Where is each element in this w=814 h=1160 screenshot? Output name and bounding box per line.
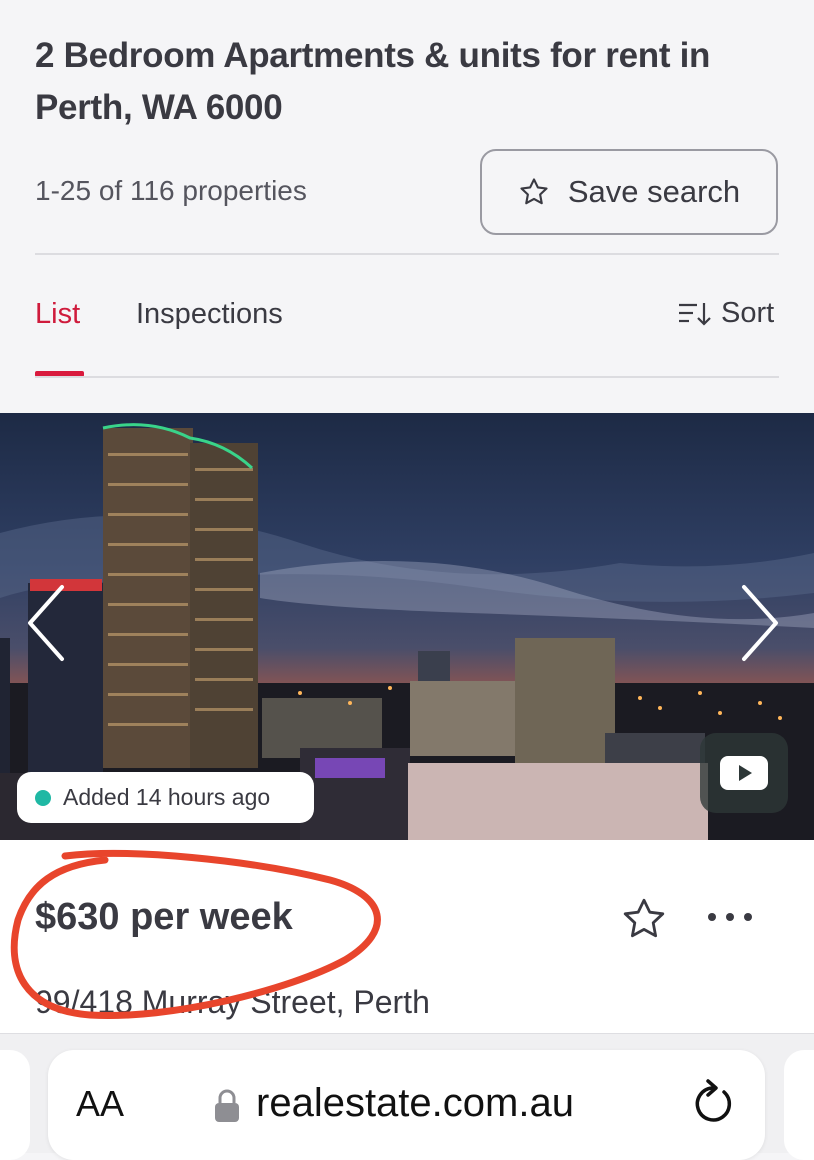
chevron-right-icon[interactable] <box>738 583 782 663</box>
previous-tab[interactable] <box>0 1050 30 1160</box>
result-count: 1-25 of 116 properties <box>35 175 307 206</box>
save-search-label: Save search <box>567 174 741 209</box>
divider <box>35 253 779 255</box>
tab-inspections[interactable]: Inspections <box>136 298 283 331</box>
listing-price: $630 per week <box>35 896 293 938</box>
sort-button[interactable]: Sort <box>677 297 774 330</box>
video-button[interactable] <box>700 733 788 813</box>
star-icon[interactable] <box>620 895 668 943</box>
next-tab[interactable] <box>784 1050 814 1160</box>
page-title: 2 Bedroom Apartments & units for rent in… <box>35 36 711 127</box>
added-badge-label: Added 14 hours ago <box>63 784 271 810</box>
text-size-button[interactable]: AA <box>76 1083 124 1125</box>
sort-icon <box>679 302 711 326</box>
url-text[interactable]: realestate.com.au <box>256 1081 574 1126</box>
lock-icon <box>215 1089 239 1122</box>
star-icon <box>520 178 548 205</box>
sort-label: Sort <box>721 297 775 329</box>
save-search-button[interactable]: Save search <box>480 149 778 235</box>
divider <box>35 376 779 378</box>
tab-list[interactable]: List <box>35 298 80 331</box>
play-icon <box>720 756 768 790</box>
reload-icon[interactable] <box>690 1078 736 1128</box>
added-badge: Added 14 hours ago <box>17 772 314 823</box>
listing-address[interactable]: 99/418 Murray Street, Perth <box>35 984 430 1021</box>
status-dot <box>35 789 51 806</box>
chevron-left-icon[interactable] <box>24 583 68 663</box>
more-icon[interactable] <box>708 905 766 929</box>
